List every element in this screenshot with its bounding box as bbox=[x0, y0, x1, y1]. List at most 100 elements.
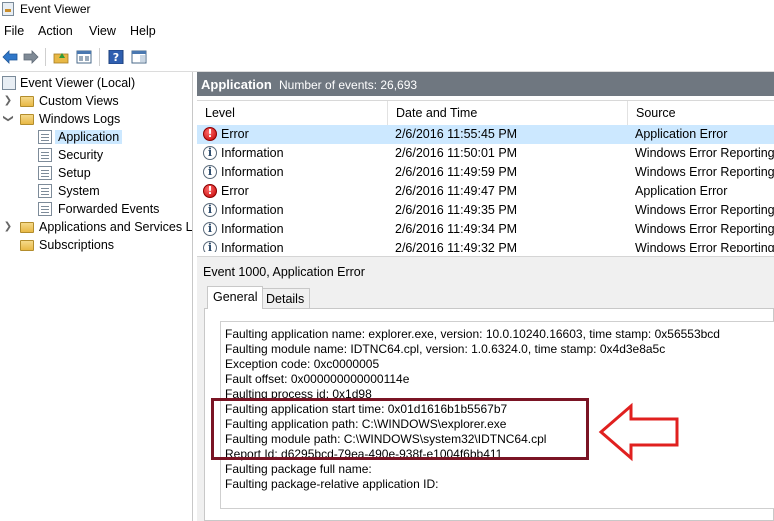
description-line: Fault offset: 0x000000000000114e bbox=[225, 372, 410, 386]
properties-icon[interactable] bbox=[74, 47, 94, 67]
description-line: Faulting package-relative application ID… bbox=[225, 477, 439, 491]
event-detail-pane: Event 1000, Application Error General De… bbox=[197, 262, 774, 521]
event-source: Application Error bbox=[635, 184, 728, 198]
tree-item-custom-views[interactable]: ❯ Custom Views bbox=[0, 92, 192, 110]
menu-file[interactable]: File bbox=[4, 24, 24, 38]
event-viewer-icon bbox=[2, 2, 14, 16]
event-viewer-icon bbox=[2, 76, 16, 90]
tree-item-setup[interactable]: Setup bbox=[0, 164, 192, 182]
show-pane-icon[interactable] bbox=[129, 47, 149, 67]
event-datetime: 2/6/2016 11:49:32 PM bbox=[395, 241, 518, 252]
description-line: Faulting module name: IDTNC64.cpl, versi… bbox=[225, 342, 666, 356]
tree-label: Setup bbox=[58, 166, 91, 180]
description-line: Faulting module path: C:\WINDOWS\system3… bbox=[225, 432, 547, 446]
log-icon bbox=[38, 184, 52, 198]
tree-item-application[interactable]: Application bbox=[0, 128, 192, 146]
toolbar-separator bbox=[45, 48, 46, 66]
log-title: Application bbox=[201, 77, 272, 92]
event-datetime: 2/6/2016 11:50:01 PM bbox=[395, 146, 518, 160]
chevron-right-icon[interactable]: ❯ bbox=[3, 221, 13, 232]
event-list: Level Date and Time Source Error 2/6/201… bbox=[197, 100, 774, 252]
event-source: Windows Error Reporting bbox=[635, 165, 774, 179]
event-datetime: 2/6/2016 11:49:35 PM bbox=[395, 203, 518, 217]
event-datetime: 2/6/2016 11:49:34 PM bbox=[395, 222, 518, 236]
column-header-date[interactable]: Date and Time bbox=[388, 101, 628, 125]
folder-icon bbox=[20, 114, 34, 125]
event-source: Windows Error Reporting bbox=[635, 222, 774, 236]
event-source: Application Error bbox=[635, 127, 728, 141]
event-level: Error bbox=[221, 184, 249, 198]
event-datetime: 2/6/2016 11:55:45 PM bbox=[395, 127, 518, 141]
tree-label: Windows Logs bbox=[39, 112, 121, 126]
toolbar-separator bbox=[99, 48, 100, 66]
log-icon bbox=[38, 166, 52, 180]
log-header: Application Number of events: 26,693 bbox=[197, 72, 774, 96]
event-level: Error bbox=[221, 127, 249, 141]
tree-item-security[interactable]: Security bbox=[0, 146, 192, 164]
event-description: Faulting application name: explorer.exe,… bbox=[220, 321, 774, 509]
tree-label: Security bbox=[58, 148, 104, 162]
tree-label: Forwarded Events bbox=[58, 202, 160, 216]
tree-item-windows-logs[interactable]: ❯ Windows Logs bbox=[0, 110, 192, 128]
tree-item-forwarded-events[interactable]: Forwarded Events bbox=[0, 200, 192, 218]
event-row[interactable]: Information 2/6/2016 11:49:59 PM Windows… bbox=[197, 163, 774, 182]
event-level: Information bbox=[221, 241, 284, 252]
log-icon bbox=[38, 202, 52, 216]
help-icon[interactable]: ? bbox=[106, 47, 126, 67]
menu-bar: File Action View Help bbox=[0, 20, 774, 42]
log-icon bbox=[38, 130, 52, 144]
event-row[interactable]: Error 2/6/2016 11:55:45 PM Application E… bbox=[197, 125, 774, 144]
column-header-level[interactable]: Level bbox=[197, 101, 388, 125]
description-line: Exception code: 0xc0000005 bbox=[225, 357, 380, 371]
event-source: Windows Error Reporting bbox=[635, 241, 774, 252]
information-icon bbox=[203, 222, 217, 236]
event-row[interactable]: Information 2/6/2016 11:49:34 PM Windows… bbox=[197, 220, 774, 239]
folder-up-icon[interactable] bbox=[51, 47, 71, 67]
description-line: Faulting application path: C:\WINDOWS\ex… bbox=[225, 417, 507, 431]
menu-help[interactable]: Help bbox=[130, 24, 156, 38]
event-level: Information bbox=[221, 146, 284, 160]
event-level: Information bbox=[221, 165, 284, 179]
tree-label: Event Viewer (Local) bbox=[20, 76, 136, 90]
description-line: Faulting application start time: 0x01d16… bbox=[225, 402, 508, 416]
tree-label: Custom Views bbox=[39, 94, 119, 108]
menu-view[interactable]: View bbox=[89, 24, 116, 38]
event-row[interactable]: Information 2/6/2016 11:49:35 PM Windows… bbox=[197, 201, 774, 220]
event-detail-title: Event 1000, Application Error bbox=[203, 265, 365, 279]
svg-text:?: ? bbox=[113, 51, 119, 64]
tree-label: Application bbox=[55, 130, 123, 144]
description-line: Faulting process id: 0x1d98 bbox=[225, 387, 372, 401]
chevron-down-icon[interactable]: ❯ bbox=[3, 114, 14, 124]
back-icon[interactable] bbox=[0, 47, 20, 67]
tree-label: System bbox=[58, 184, 100, 198]
description-line: Faulting package full name: bbox=[225, 462, 372, 476]
event-row[interactable]: Error 2/6/2016 11:49:47 PM Application E… bbox=[197, 182, 774, 201]
forward-icon[interactable] bbox=[21, 47, 41, 67]
tab-general[interactable]: General bbox=[207, 286, 264, 309]
column-header-source[interactable]: Source bbox=[628, 101, 774, 125]
menu-action[interactable]: Action bbox=[38, 24, 73, 38]
folder-icon bbox=[20, 96, 34, 107]
tree-item-root[interactable]: Event Viewer (Local) bbox=[0, 74, 192, 92]
event-row[interactable]: Information 2/6/2016 11:49:32 PM Windows… bbox=[197, 239, 774, 252]
tree-item-subscriptions[interactable]: Subscriptions bbox=[0, 236, 192, 254]
console-tree: Event Viewer (Local) ❯ Custom Views ❯ Wi… bbox=[0, 72, 193, 521]
event-source: Windows Error Reporting bbox=[635, 203, 774, 217]
tree-item-apps-services[interactable]: ❯ Applications and Services Lo bbox=[0, 218, 192, 236]
event-level: Information bbox=[221, 222, 284, 236]
general-tab-body: Faulting application name: explorer.exe,… bbox=[204, 308, 774, 521]
error-icon bbox=[203, 127, 217, 141]
description-line: Faulting application name: explorer.exe,… bbox=[225, 327, 720, 341]
event-source: Windows Error Reporting bbox=[635, 146, 774, 160]
event-count: Number of events: 26,693 bbox=[279, 78, 418, 92]
folder-icon bbox=[20, 240, 34, 251]
tree-item-system[interactable]: System bbox=[0, 182, 192, 200]
chevron-right-icon[interactable]: ❯ bbox=[3, 95, 13, 106]
folder-icon bbox=[20, 222, 34, 233]
title-bar: Event Viewer bbox=[0, 0, 774, 20]
tab-details[interactable]: Details bbox=[260, 288, 311, 309]
tree-label: Subscriptions bbox=[39, 238, 115, 252]
information-icon bbox=[203, 241, 217, 252]
event-row[interactable]: Information 2/6/2016 11:50:01 PM Windows… bbox=[197, 144, 774, 163]
information-icon bbox=[203, 203, 217, 217]
